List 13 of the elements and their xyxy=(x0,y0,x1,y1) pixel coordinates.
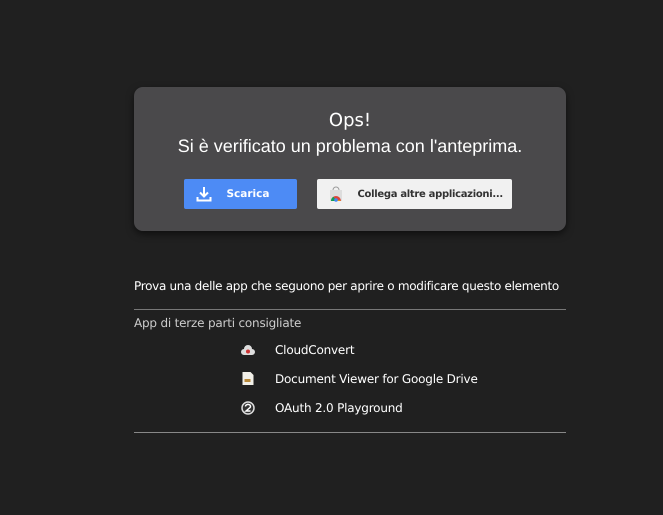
badge-icon xyxy=(240,400,256,414)
cloud-icon xyxy=(240,344,256,354)
app-link[interactable]: Document Viewer for Google Drive xyxy=(275,372,478,386)
error-title: Ops! xyxy=(328,109,372,133)
connect-apps-button[interactable]: Collega altre applicazioni... xyxy=(316,179,512,209)
app-link[interactable]: CloudConvert xyxy=(275,342,354,356)
section-heading: App di terze parti consigliate xyxy=(134,316,302,330)
app-link[interactable]: OAuth 2.0 Playground xyxy=(275,400,403,414)
store-bag-icon xyxy=(328,186,344,202)
suggestion-text: Prova una delle app che seguono per aprire o modificare questo elemento xyxy=(134,279,560,293)
download-icon xyxy=(196,186,212,202)
document-icon xyxy=(240,372,256,385)
error-message: Si è verificato un problema con l'anteprima. xyxy=(178,135,522,158)
